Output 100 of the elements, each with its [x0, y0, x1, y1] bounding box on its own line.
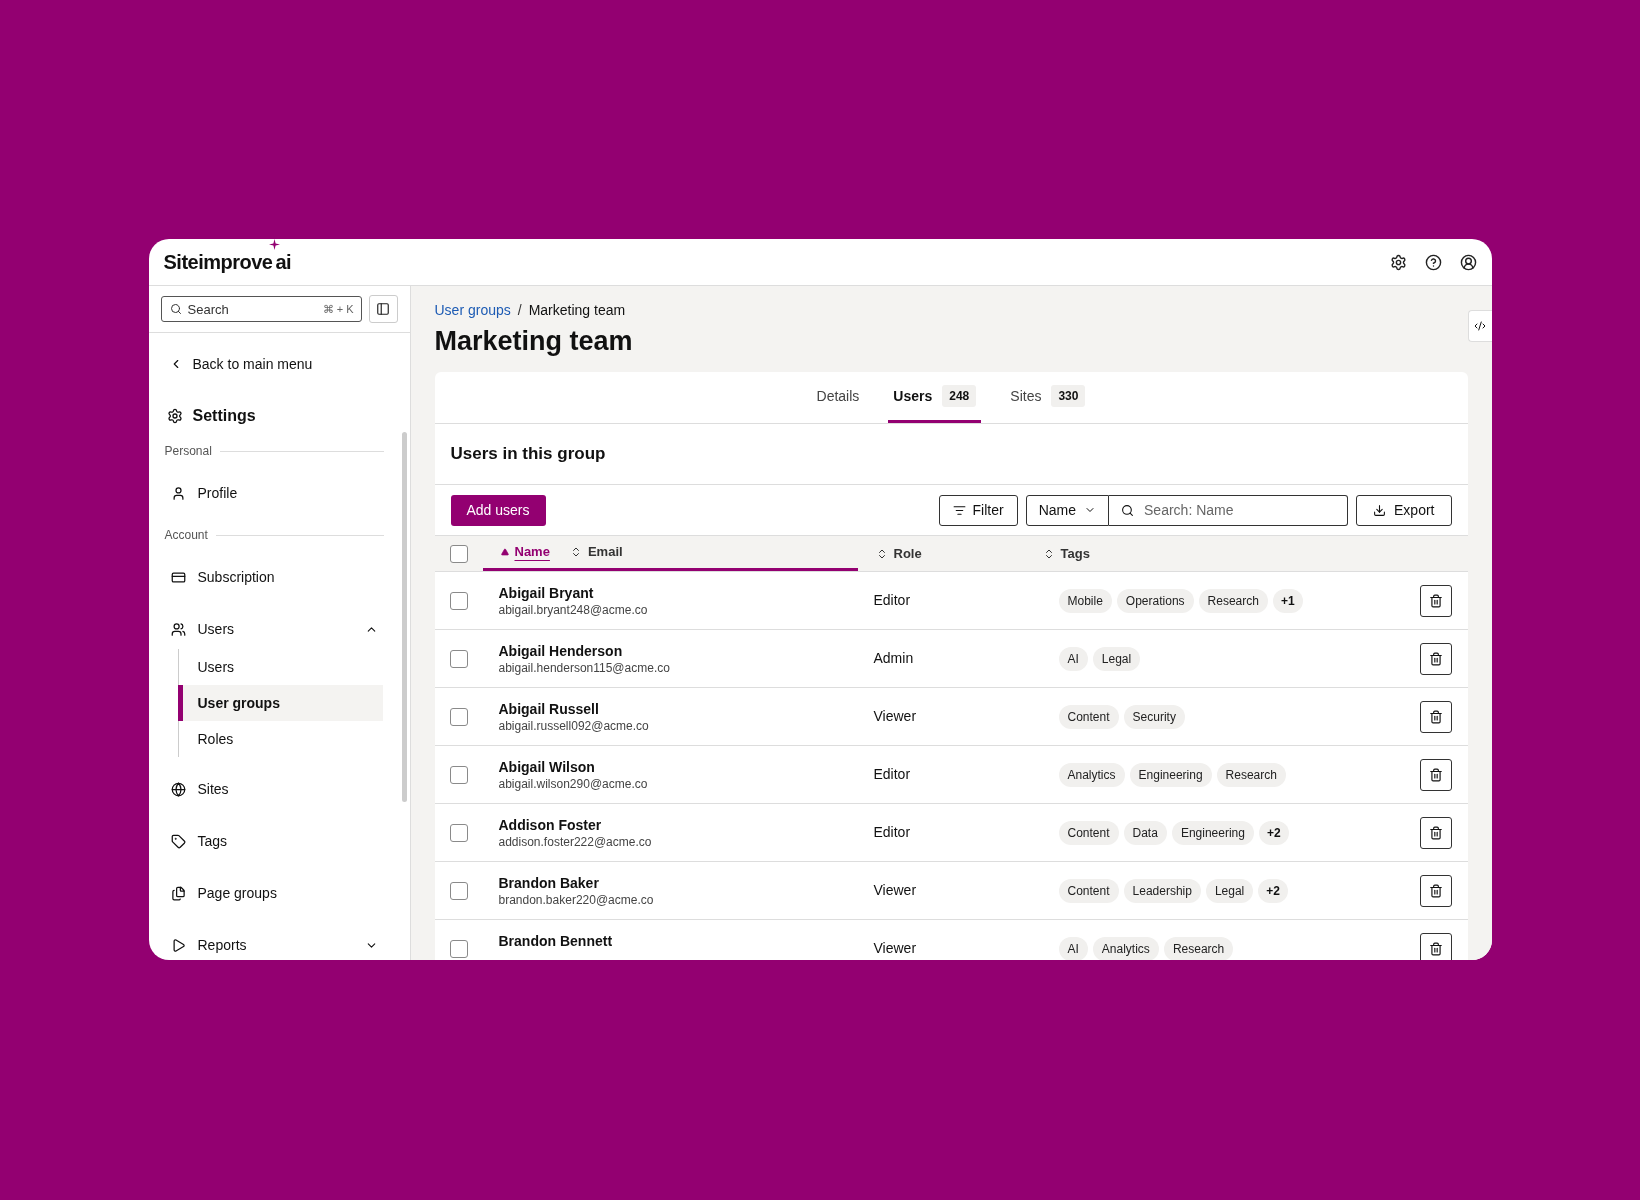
code-icon [1474, 320, 1486, 332]
sidebar-item[interactable]: Sites [164, 769, 394, 809]
play-icon [170, 937, 186, 953]
tag: Research [1216, 762, 1286, 787]
page-title: Marketing team [434, 325, 634, 358]
user-circle-icon [1459, 253, 1477, 271]
settings-button[interactable] [1389, 253, 1407, 271]
tag: Content [1058, 704, 1119, 729]
checkbox[interactable] [449, 591, 468, 610]
filter-button[interactable]: Filter [938, 494, 1018, 526]
download-icon [1373, 503, 1387, 517]
trash-icon [1428, 883, 1443, 898]
globe-icon [170, 781, 186, 797]
tab[interactable]: Users 248 [888, 372, 982, 423]
checkbox[interactable] [449, 881, 468, 900]
column-sort-button[interactable]: Role [875, 543, 922, 564]
checkbox[interactable] [449, 939, 468, 958]
breadcrumb-current: Marketing team [528, 300, 626, 320]
column-sort-button[interactable]: Email [569, 542, 623, 562]
sidebar-item[interactable]: Tags [164, 821, 394, 861]
person-icon [170, 485, 186, 501]
tag: Operations [1116, 588, 1194, 613]
column-sort-button[interactable]: Tags [1042, 543, 1090, 564]
column-sort-button[interactable]: Name [500, 542, 550, 562]
tag: Security [1123, 704, 1185, 729]
checkbox[interactable] [449, 765, 468, 784]
user-email: abigail.henderson115@acme.co [498, 659, 671, 676]
scrollbar[interactable] [401, 432, 407, 802]
export-button[interactable]: Export [1356, 494, 1452, 526]
delete-button[interactable] [1419, 642, 1452, 675]
collapse-sidebar-button[interactable] [368, 295, 398, 323]
back-link[interactable]: Back to main menu [164, 351, 394, 377]
section-label: Personal [164, 443, 212, 460]
delete-button[interactable] [1419, 758, 1452, 791]
delete-button[interactable] [1419, 816, 1452, 849]
tag: AI [1058, 646, 1088, 671]
tab[interactable]: Sites 330 [1005, 372, 1091, 423]
tag: AI [1058, 936, 1088, 960]
account-button[interactable] [1459, 253, 1477, 271]
checkbox[interactable] [449, 823, 468, 842]
user-email: abigail.wilson290@acme.co [498, 775, 649, 792]
user-name: Abigail Wilson [498, 757, 596, 776]
tag: Data [1123, 820, 1167, 845]
user-email: brandon.baker220@acme.co [498, 891, 655, 908]
delete-button[interactable] [1419, 874, 1452, 907]
count-badge: 248 [942, 385, 977, 407]
delete-button[interactable] [1419, 584, 1452, 617]
more-tags-count: +2 [1258, 820, 1289, 845]
sidebar-subitem[interactable]: User groups [177, 685, 383, 721]
gear-icon [166, 408, 183, 424]
trash-icon [1428, 767, 1443, 782]
search-icon [169, 303, 182, 315]
help-icon [1424, 253, 1442, 271]
delete-button[interactable] [1419, 932, 1452, 960]
sidebar-item[interactable]: Profile [164, 473, 394, 513]
sidebar-heading: Settings [192, 406, 256, 426]
checkbox[interactable] [449, 707, 468, 726]
sidebar-subitem[interactable]: Users [177, 649, 383, 685]
sidebar-item[interactable]: Subscription [164, 557, 394, 597]
add-users-button[interactable]: Add users [450, 494, 546, 526]
search-field[interactable]: Search: Name [1109, 494, 1349, 526]
trash-icon [1428, 593, 1443, 608]
search-icon [1121, 503, 1135, 517]
tag: Engineering [1129, 762, 1212, 787]
sidebar-subitem[interactable]: Roles [177, 721, 383, 757]
code-view-button[interactable] [1467, 310, 1492, 342]
tag: Content [1058, 878, 1119, 903]
user-email: addison.foster222@acme.co [498, 833, 653, 850]
sparkle-icon [269, 239, 281, 250]
tag: Research [1198, 588, 1268, 613]
user-name: Abigail Russell [498, 699, 600, 718]
role-cell-text: Editor [873, 765, 912, 784]
checkbox[interactable] [449, 544, 468, 563]
card-icon [170, 569, 186, 585]
tab[interactable]: Details [811, 372, 865, 423]
sidebar-item[interactable]: Reports [164, 925, 394, 960]
role-cell-text: Editor [873, 823, 912, 842]
sidebar-item[interactable]: Page groups [164, 873, 394, 913]
tag-icon [170, 833, 186, 849]
help-button[interactable] [1424, 253, 1442, 271]
user-name: Addison Foster [498, 815, 603, 834]
more-tags-count: +2 [1258, 878, 1288, 903]
breadcrumb-link[interactable]: User groups [434, 299, 511, 321]
tag: Legal [1205, 878, 1254, 903]
sort-ascending-icon [500, 548, 509, 556]
tag: Analytics [1058, 762, 1125, 787]
field-select[interactable]: Name [1025, 494, 1110, 526]
more-tags-count: +1 [1272, 588, 1303, 613]
checkbox[interactable] [449, 649, 468, 668]
shortcut-hint: ⌘ + K [322, 302, 354, 317]
sidebar-item[interactable]: Users [164, 609, 394, 649]
user-email: abigail.russell092@acme.co [498, 717, 650, 734]
settings-icon [1389, 253, 1407, 271]
user-name: Brandon Bennett [498, 931, 614, 950]
tag: Engineering [1171, 820, 1254, 845]
people-icon [170, 621, 186, 637]
tag: Analytics [1092, 936, 1159, 960]
user-name: Abigail Bryant [498, 583, 595, 602]
delete-button[interactable] [1419, 700, 1452, 733]
panel-icon [376, 302, 390, 316]
